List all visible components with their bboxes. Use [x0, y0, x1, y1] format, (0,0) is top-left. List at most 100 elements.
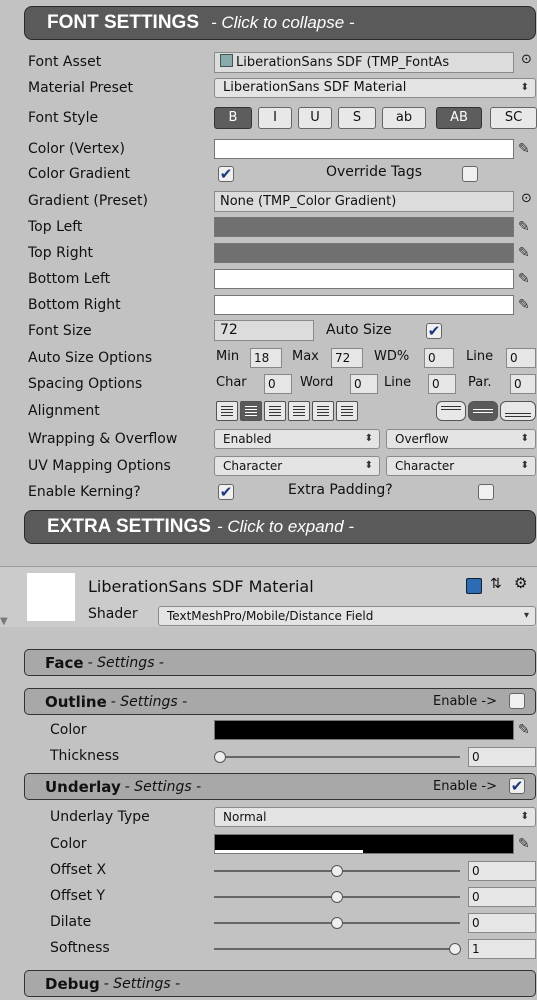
extra-settings-header[interactable]: EXTRA SETTINGS - Click to expand -: [24, 510, 536, 544]
debug-section-header[interactable]: Debug - Settings -: [24, 970, 536, 997]
font-asset-field[interactable]: LiberationSans SDF (TMP_FontAs: [214, 52, 514, 73]
dilate-slider-knob[interactable]: [331, 917, 343, 929]
align-left-button[interactable]: [216, 401, 238, 421]
offset-y-input[interactable]: 0: [468, 887, 536, 907]
bottom-right-swatch[interactable]: [214, 295, 514, 315]
strikethrough-button[interactable]: S: [338, 107, 376, 129]
line-input[interactable]: 0: [506, 348, 536, 368]
color-gradient-label: Color Gradient: [28, 166, 130, 182]
dropdown-arrow-icon: ⬍: [520, 82, 529, 93]
align-center-button[interactable]: [240, 401, 262, 421]
eyedropper-icon[interactable]: ✎: [518, 270, 534, 288]
gear-icon[interactable]: ⚙: [514, 574, 527, 592]
face-section-header[interactable]: Face - Settings -: [24, 649, 536, 676]
overflow-dropdown[interactable]: Overflow ⬍: [386, 429, 536, 449]
softness-input[interactable]: 1: [468, 939, 536, 959]
uv-horizontal-dropdown[interactable]: Character ⬍: [214, 456, 380, 476]
offset-x-slider-knob[interactable]: [331, 865, 343, 877]
lowercase-button[interactable]: ab: [382, 107, 426, 129]
eyedropper-icon[interactable]: ✎: [518, 835, 534, 853]
offset-y-slider-knob[interactable]: [331, 891, 343, 903]
auto-size-checkbox[interactable]: ✔: [426, 323, 442, 339]
softness-slider-track[interactable]: [214, 948, 460, 950]
outline-color-swatch[interactable]: [214, 720, 514, 740]
font-size-input[interactable]: 72: [214, 320, 314, 341]
shader-dropdown[interactable]: TextMeshPro/Mobile/Distance Field ▾: [158, 606, 536, 626]
wd-input[interactable]: 0: [424, 348, 454, 368]
override-tags-checkbox[interactable]: [462, 166, 478, 182]
softness-slider-knob[interactable]: [449, 943, 461, 955]
underlay-enable-label: Enable ->: [433, 779, 497, 794]
extra-padding-checkbox[interactable]: [478, 484, 494, 500]
uv-horizontal-value: Character: [223, 459, 283, 473]
underlay-type-dropdown[interactable]: Normal ⬍: [214, 807, 536, 827]
material-name: LiberationSans SDF Material: [88, 577, 314, 596]
underlay-color-swatch[interactable]: [214, 834, 514, 854]
wrapping-dropdown[interactable]: Enabled ⬍: [214, 429, 380, 449]
uppercase-button[interactable]: AB: [436, 107, 482, 129]
font-settings-subtitle: - Click to collapse -: [211, 13, 355, 32]
word-input[interactable]: 0: [350, 374, 378, 394]
layout-settings-icon[interactable]: ⇅: [490, 576, 502, 592]
spacing-line-input[interactable]: 0: [428, 374, 456, 394]
spacing-line-label: Line: [384, 375, 412, 390]
thickness-input[interactable]: 0: [468, 747, 536, 767]
outline-section-header[interactable]: Outline - Settings - Enable ->: [24, 688, 536, 715]
underlay-type-value: Normal: [223, 810, 267, 824]
alignment-label: Alignment: [28, 403, 100, 419]
uv-vertical-value: Character: [395, 459, 455, 473]
foldout-arrow-icon[interactable]: ▼: [0, 616, 8, 627]
align-flush-button[interactable]: [312, 401, 334, 421]
outline-enable-checkbox[interactable]: [509, 693, 525, 709]
underlay-section-header[interactable]: Underlay - Settings - Enable -> ✔: [24, 773, 536, 800]
valign-bottom-button[interactable]: [500, 401, 536, 421]
shader-value: TextMeshPro/Mobile/Distance Field: [167, 609, 374, 623]
bold-button[interactable]: B: [214, 107, 252, 129]
dropdown-arrow-icon: ▾: [523, 610, 529, 621]
min-input[interactable]: 18: [250, 348, 282, 368]
smallcaps-button[interactable]: SC: [490, 107, 537, 129]
eyedropper-icon[interactable]: ✎: [518, 218, 534, 236]
dropdown-arrow-icon: ⬍: [520, 460, 529, 471]
underlay-subtitle: - Settings -: [124, 778, 202, 795]
color-vertex-swatch[interactable]: [214, 139, 514, 159]
char-input[interactable]: 0: [264, 374, 292, 394]
gradient-preset-field[interactable]: None (TMP_Color Gradient): [214, 191, 514, 212]
eyedropper-icon[interactable]: ✎: [518, 296, 534, 314]
underline-button[interactable]: U: [298, 107, 332, 129]
help-book-icon[interactable]: [466, 578, 482, 594]
dropdown-arrow-icon: ⬍: [520, 433, 529, 444]
bottom-right-label: Bottom Right: [28, 297, 121, 313]
eyedropper-icon[interactable]: ✎: [518, 244, 534, 262]
par-input[interactable]: 0: [510, 374, 536, 394]
top-right-swatch[interactable]: [214, 243, 514, 263]
font-size-value: 72: [220, 322, 238, 338]
material-preset-dropdown[interactable]: LiberationSans SDF Material ⬍: [214, 78, 536, 98]
dilate-input[interactable]: 0: [468, 913, 536, 933]
valign-middle-button[interactable]: [468, 401, 498, 421]
top-left-swatch[interactable]: [214, 217, 514, 237]
underlay-enable-checkbox[interactable]: ✔: [509, 778, 525, 794]
gradient-picker-icon[interactable]: ⊙: [521, 191, 532, 206]
font-settings-header[interactable]: FONT SETTINGS - Click to collapse -: [24, 6, 536, 40]
thickness-slider-track[interactable]: [220, 756, 460, 758]
color-gradient-checkbox[interactable]: ✔: [218, 166, 234, 182]
word-label: Word: [300, 375, 334, 390]
eyedropper-icon[interactable]: ✎: [518, 140, 534, 158]
thickness-slider-knob[interactable]: [214, 751, 226, 763]
face-title: Face: [45, 653, 84, 672]
max-input[interactable]: 72: [331, 348, 363, 368]
object-picker-icon[interactable]: ⊙: [521, 52, 532, 67]
uv-vertical-dropdown[interactable]: Character ⬍: [386, 456, 536, 476]
font-style-label: Font Style: [28, 110, 99, 126]
valign-top-button[interactable]: [436, 401, 466, 421]
eyedropper-icon[interactable]: ✎: [518, 721, 534, 739]
align-geometry-button[interactable]: [336, 401, 358, 421]
offset-x-input[interactable]: 0: [468, 861, 536, 881]
bottom-left-swatch[interactable]: [214, 269, 514, 289]
italic-button[interactable]: I: [258, 107, 292, 129]
align-right-button[interactable]: [264, 401, 286, 421]
font-asset-icon: [220, 54, 233, 67]
align-justify-button[interactable]: [288, 401, 310, 421]
kerning-checkbox[interactable]: ✔: [218, 484, 234, 500]
